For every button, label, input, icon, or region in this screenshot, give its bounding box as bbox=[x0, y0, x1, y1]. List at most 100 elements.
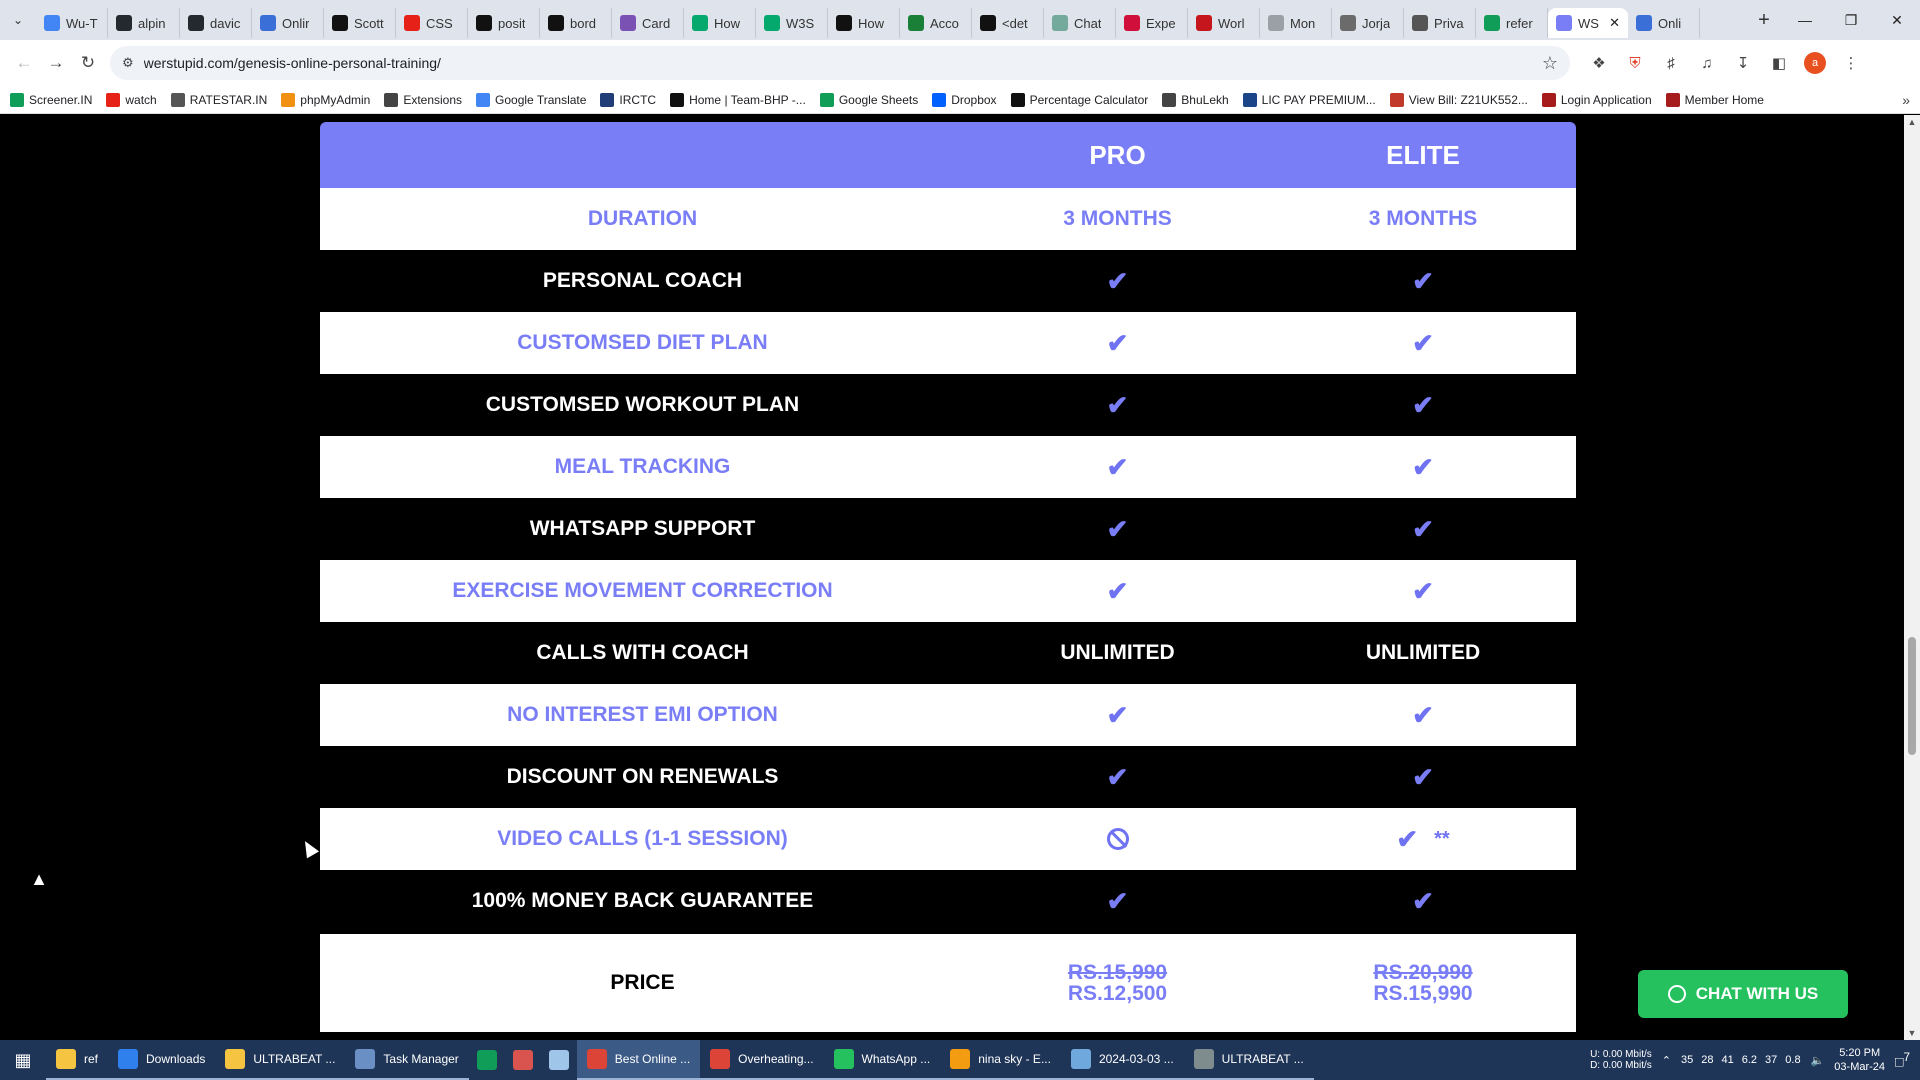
tab-15[interactable]: Expe bbox=[1116, 8, 1188, 38]
restore-icon[interactable]: ❐ bbox=[1828, 0, 1874, 40]
forward-button[interactable]: → bbox=[40, 47, 72, 79]
tab-17[interactable]: Mon bbox=[1260, 8, 1332, 38]
tab-12[interactable]: Acco bbox=[900, 8, 972, 38]
taskbar-item[interactable]: ULTRABEAT ... bbox=[215, 1040, 346, 1080]
reload-button[interactable]: ↻ bbox=[72, 47, 104, 79]
volume-icon[interactable]: 🔈 bbox=[1811, 1054, 1825, 1067]
tab-16[interactable]: Worl bbox=[1188, 8, 1260, 38]
url-input[interactable] bbox=[143, 55, 1532, 71]
scroll-down-icon[interactable]: ▼ bbox=[1904, 1028, 1920, 1038]
site-info-icon[interactable]: ⚙ bbox=[122, 55, 134, 71]
taskbar-item[interactable]: ULTRABEAT ... bbox=[1183, 1040, 1314, 1080]
taskbar-item[interactable]: Task Manager bbox=[345, 1040, 469, 1080]
chat-with-us-button[interactable]: CHAT WITH US bbox=[1638, 970, 1848, 1018]
taskbar-item[interactable] bbox=[469, 1040, 505, 1080]
tab-5[interactable]: CSS bbox=[396, 8, 468, 38]
tab-1[interactable]: alpin bbox=[108, 8, 180, 38]
bookmark-item[interactable]: BhuLekh bbox=[1162, 92, 1229, 107]
taskbar-item[interactable]: Downloads bbox=[108, 1040, 216, 1080]
tab-3[interactable]: Onlir bbox=[252, 8, 324, 38]
tab-close-icon[interactable]: ✕ bbox=[1609, 15, 1620, 31]
extension-icon[interactable]: ❖ bbox=[1588, 52, 1610, 74]
back-to-top-icon[interactable]: ▲ bbox=[28, 869, 50, 889]
bookmark-item[interactable]: IRCTC bbox=[600, 92, 656, 107]
tab-11[interactable]: How bbox=[828, 8, 900, 38]
tray-number[interactable]: 41 bbox=[1722, 1054, 1734, 1066]
tab-4[interactable]: Scott bbox=[324, 8, 396, 38]
tray-chevron-icon[interactable]: ⌃ bbox=[1662, 1054, 1671, 1067]
bookmark-item[interactable]: Dropbox bbox=[932, 92, 997, 107]
tab-7[interactable]: bord bbox=[540, 8, 612, 38]
taskbar-item[interactable]: nina sky - E... bbox=[940, 1040, 1061, 1080]
taskbar-item[interactable]: WhatsApp ... bbox=[823, 1040, 941, 1080]
bookmark-item[interactable]: Percentage Calculator bbox=[1010, 92, 1148, 107]
tab-9[interactable]: How bbox=[684, 8, 756, 38]
clock[interactable]: 5:20 PM 03-Mar-24 bbox=[1834, 1046, 1885, 1075]
close-window-icon[interactable]: ✕ bbox=[1874, 0, 1920, 40]
notification-icon[interactable]: □7 bbox=[1895, 1051, 1910, 1070]
puzzle-icon[interactable]: ♯ bbox=[1660, 52, 1682, 74]
bookmark-item[interactable]: Login Application bbox=[1541, 92, 1652, 107]
taskbar-item[interactable] bbox=[541, 1040, 577, 1080]
tab-8[interactable]: Card bbox=[612, 8, 684, 38]
tray-number[interactable]: 0.8 bbox=[1785, 1054, 1800, 1066]
media-icon[interactable]: ♫ bbox=[1696, 52, 1718, 74]
bookmark-item[interactable]: Extensions bbox=[384, 92, 462, 107]
tray-number[interactable]: 35 bbox=[1681, 1054, 1693, 1066]
tray-number[interactable]: 28 bbox=[1701, 1054, 1713, 1066]
taskbar-item[interactable]: 2024-03-03 ... bbox=[1060, 1040, 1184, 1080]
tab-13[interactable]: <det bbox=[972, 8, 1044, 38]
tab-20[interactable]: refer bbox=[1476, 8, 1548, 38]
taskbar-item[interactable] bbox=[505, 1040, 541, 1080]
omnibox[interactable]: ⚙ ☆ bbox=[110, 46, 1570, 80]
bookmarks-overflow-icon[interactable]: » bbox=[1902, 92, 1910, 108]
scroll-up-icon[interactable]: ▲ bbox=[1904, 117, 1920, 127]
tab-2[interactable]: davic bbox=[180, 8, 252, 38]
back-button[interactable]: ← bbox=[8, 47, 40, 79]
tray-number[interactable]: 37 bbox=[1765, 1054, 1777, 1066]
profile-avatar[interactable]: a bbox=[1804, 52, 1826, 74]
bookmark-item[interactable]: LIC PAY PREMIUM... bbox=[1242, 92, 1376, 107]
system-tray: U: 0.00 Mbit/s D: 0.00 Mbit/s ⌃ 35 28 41 6.… bbox=[1590, 1046, 1920, 1075]
tab-22[interactable]: Onli bbox=[1628, 8, 1700, 38]
scrollbar-thumb[interactable] bbox=[1908, 637, 1916, 755]
chrome-icon bbox=[586, 1049, 607, 1069]
tab-19[interactable]: Priva bbox=[1404, 8, 1476, 38]
taskbar-item[interactable]: ref bbox=[46, 1040, 109, 1080]
taskbar-item[interactable]: Overheating... bbox=[700, 1040, 824, 1080]
elite-value: ✔ bbox=[1270, 392, 1576, 418]
minimize-icon[interactable]: — bbox=[1782, 0, 1828, 40]
windows-start-icon[interactable]: ▦ bbox=[0, 1040, 46, 1080]
bookmark-item[interactable]: Member Home bbox=[1665, 92, 1764, 107]
bookmark-item[interactable]: Google Translate bbox=[476, 92, 586, 107]
page-scrollbar[interactable]: ▲ ▼ bbox=[1904, 115, 1920, 1040]
bookmark-item[interactable]: phpMyAdmin bbox=[281, 92, 370, 107]
bookmark-label: LIC PAY PREMIUM... bbox=[1261, 92, 1376, 107]
header-elite: ELITE bbox=[1386, 139, 1460, 170]
bookmark-item[interactable]: Screener.IN bbox=[10, 92, 92, 107]
download-icon[interactable]: ↧ bbox=[1732, 52, 1754, 74]
bookmark-item[interactable]: RATESTAR.IN bbox=[170, 92, 267, 107]
sidepanel-icon[interactable]: ◧ bbox=[1768, 52, 1790, 74]
tab-10[interactable]: W3S bbox=[756, 8, 828, 38]
bookmark-item[interactable]: watch bbox=[106, 92, 157, 107]
menu-icon[interactable]: ⋮ bbox=[1840, 52, 1862, 74]
brave-shield-icon[interactable]: ⛨ bbox=[1624, 52, 1646, 74]
bookmark-item[interactable]: Google Sheets bbox=[819, 92, 919, 107]
tab-search-icon[interactable]: ⌄ bbox=[0, 0, 36, 40]
elite-value: ✔ bbox=[1270, 888, 1576, 914]
bookmark-label: Google Sheets bbox=[838, 92, 919, 107]
tray-number[interactable]: 6.2 bbox=[1742, 1054, 1757, 1066]
table-row: CUSTOMSED WORKOUT PLAN ✔ ✔ bbox=[320, 374, 1576, 436]
table-row: VIDEO CALLS (1-1 SESSION) ✔ ** bbox=[320, 808, 1576, 870]
tab-6[interactable]: posit bbox=[468, 8, 540, 38]
bookmark-item[interactable]: Home | Team-BHP -... bbox=[670, 92, 806, 107]
taskbar-item[interactable]: Best Online ... bbox=[576, 1040, 701, 1080]
tab-21[interactable]: WS ✕ bbox=[1548, 8, 1628, 38]
tab-14[interactable]: Chat bbox=[1044, 8, 1116, 38]
tab-18[interactable]: Jorja bbox=[1332, 8, 1404, 38]
bookmark-star-icon[interactable]: ☆ bbox=[1542, 53, 1558, 74]
bookmark-item[interactable]: View Bill: Z21UK552... bbox=[1389, 92, 1528, 107]
tab-0[interactable]: Wu-T bbox=[36, 8, 108, 38]
new-tab-button[interactable]: + bbox=[1746, 0, 1782, 40]
